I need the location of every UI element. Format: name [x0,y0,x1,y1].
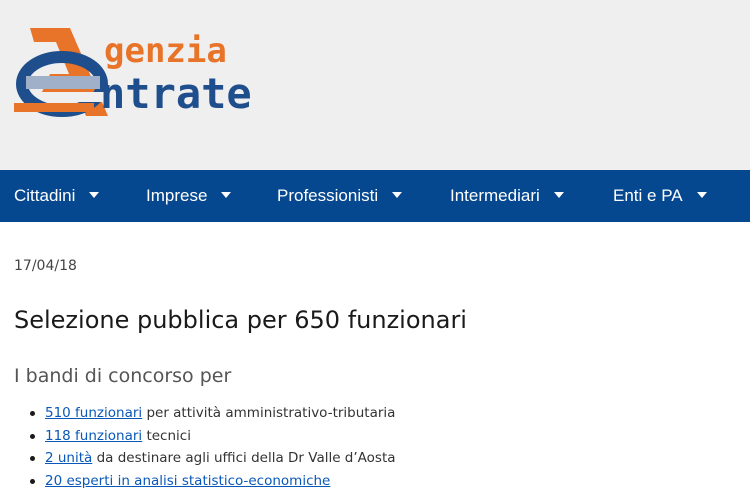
article-subtitle: I bandi di concorso per [14,365,232,387]
bando-link[interactable]: 510 funzionari [45,405,142,421]
list-item: 20 esperti in analisi statistico-economi… [14,470,396,493]
caret-down-icon [221,191,232,198]
logo-e-bar [26,76,100,89]
logo-line2: ntrate [100,69,252,118]
agenzia-entrate-logo[interactable]: genzia ntrate [12,24,302,119]
bando-description: tecnici [142,427,191,444]
bando-link[interactable]: 20 esperti in analisi statistico-economi… [45,473,330,489]
site-header: genzia ntrate [0,0,750,170]
bullet-icon [30,456,35,461]
nav-item-imprese[interactable]: Imprese [146,170,232,222]
bullet-icon [30,478,35,484]
article-title: Selezione pubblica per 650 funzionari [14,306,467,334]
bandi-list: 510 funzionari per attività amministrati… [14,402,396,492]
nav-item-label: Imprese [146,186,208,205]
caret-down-icon [696,191,707,198]
bando-link[interactable]: 2 unità [45,450,92,466]
nav-item-label: Professionisti [277,186,379,205]
caret-down-icon [89,191,100,198]
article-date: 17/04/18 [14,258,77,274]
list-item: 118 funzionari tecnici [14,425,396,448]
nav-item-label: Enti e PA [613,186,683,205]
main-nav: Cittadini Imprese Professionisti Interme… [0,170,750,222]
bullet-icon [30,411,35,416]
nav-item-label: Cittadini [14,186,76,205]
nav-item-cittadini[interactable]: Cittadini [14,170,100,222]
list-item: 2 unità da destinare agli uffici della D… [14,447,396,470]
caret-down-icon [392,191,403,198]
bando-description: da destinare agli uffici della Dr Valle … [92,450,396,466]
bullet-icon [30,433,35,439]
logo-line1: genzia [104,31,227,71]
bando-link[interactable]: 118 funzionari [45,428,142,444]
nav-item-intermediari[interactable]: Intermediari [450,170,564,222]
logo-orange-base [14,103,94,112]
bando-description: per attività amministrativo-tributaria [142,405,396,421]
list-item: 510 funzionari per attività amministrati… [14,402,396,425]
nav-item-professionisti[interactable]: Professionisti [277,170,403,222]
nav-item-label: Intermediari [450,186,540,205]
nav-item-enti-pa[interactable]: Enti e PA [613,170,707,222]
caret-down-icon [553,191,564,198]
